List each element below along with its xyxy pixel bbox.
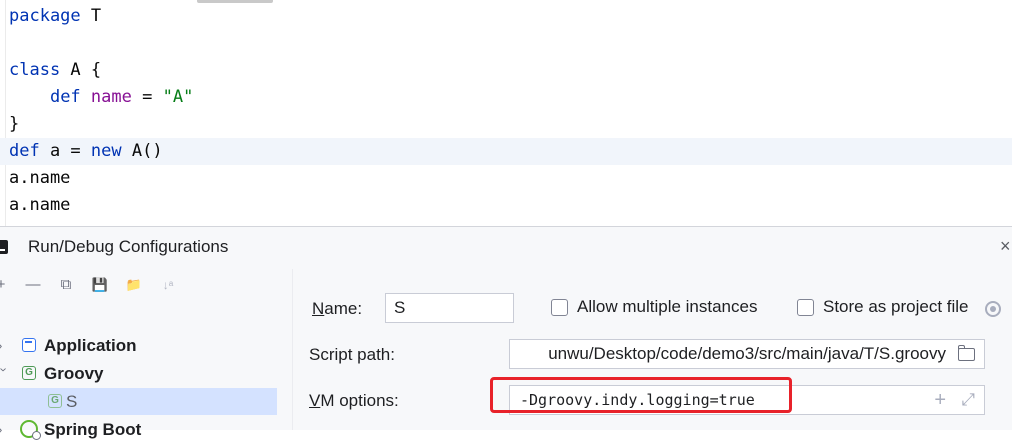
- code-text: package T: [0, 6, 101, 26]
- name-label: Name:: [312, 299, 363, 318]
- sort-icon[interactable]: ↓ᵃ: [157, 274, 179, 296]
- code-line[interactable]: [0, 30, 1012, 57]
- groovy-script-icon: G: [48, 394, 62, 408]
- code-text: def name = "A": [0, 87, 193, 107]
- store-as-project-label[interactable]: Store as project file: [823, 297, 969, 317]
- code-line[interactable]: a.name: [0, 165, 1012, 192]
- close-icon[interactable]: ×: [1000, 236, 1011, 257]
- run-debug-dialog: Run/Debug Configurations × + — ⧉ 💾 📁 ↓ᵃ …: [0, 226, 1012, 440]
- tree-item-label: Application: [44, 336, 137, 355]
- tree-item-spring-boot[interactable]: › Spring Boot: [0, 416, 278, 443]
- script-path-field[interactable]: unwu/Desktop/code/demo3/src/main/java/T/…: [509, 339, 985, 369]
- tree-item-label: Groovy: [44, 364, 104, 383]
- keyword-token: new: [90, 141, 122, 161]
- tree-item-groovy[interactable]: › G Groovy: [0, 360, 278, 387]
- tree-toolbar: + — ⧉ 💾 📁 ↓ᵃ: [0, 269, 292, 301]
- code-token: a.name: [9, 195, 71, 215]
- code-line[interactable]: def a = new A(): [0, 138, 1012, 165]
- keyword-token: def: [9, 141, 40, 161]
- add-option-icon[interactable]: +: [934, 386, 946, 414]
- gear-icon[interactable]: [985, 301, 1001, 317]
- annotation-highlight-box: [490, 377, 792, 413]
- code-token: A {: [60, 60, 102, 80]
- spring-boot-icon: [20, 420, 41, 440]
- new-folder-icon[interactable]: 📁: [123, 274, 145, 296]
- keyword-token: class: [9, 60, 61, 80]
- configuration-form: Name: S Allow multiple instances Store a…: [293, 269, 1012, 430]
- folder-icon[interactable]: [957, 345, 975, 361]
- code-text: def a = new A(): [0, 141, 163, 161]
- tree-item-application[interactable]: › Application: [0, 332, 278, 359]
- chevron-right-icon[interactable]: ›: [0, 416, 10, 443]
- dialog-title: Run/Debug Configurations: [28, 237, 229, 256]
- allow-multiple-checkbox[interactable]: [551, 299, 568, 316]
- script-path-label: Script path:: [309, 345, 395, 364]
- string-token: "A": [162, 87, 194, 107]
- allow-multiple-label[interactable]: Allow multiple instances: [577, 297, 757, 317]
- add-config-icon[interactable]: +: [0, 274, 12, 296]
- name-field[interactable]: S: [385, 293, 514, 323]
- code-text: a.name: [0, 168, 70, 188]
- code-token: }: [9, 114, 20, 134]
- script-path-value: unwu/Desktop/code/demo3/src/main/java/T/…: [548, 344, 946, 363]
- vm-options-label: VM options:: [309, 391, 399, 410]
- member-token: name: [90, 87, 132, 107]
- expand-icon[interactable]: ⤢: [961, 390, 975, 410]
- keyword-token: def: [49, 87, 81, 107]
- tree-item-label: S: [66, 392, 78, 411]
- save-config-icon[interactable]: 💾: [89, 274, 111, 296]
- tree-item-s[interactable]: G S: [0, 388, 277, 415]
- store-as-project-checkbox[interactable]: [797, 299, 814, 316]
- code-editor[interactable]: package Tclass A { def name = "A"} def a …: [0, 0, 1012, 226]
- code-token: a =: [39, 141, 91, 161]
- configurations-tree-pane: + — ⧉ 💾 📁 ↓ᵃ › Application › G Groovy G …: [0, 269, 293, 440]
- tree-item-label: Spring Boot: [44, 420, 142, 439]
- copy-config-icon[interactable]: ⧉: [55, 274, 77, 296]
- code-line[interactable]: a.name: [0, 192, 1012, 219]
- code-token: A(): [121, 141, 163, 161]
- code-line[interactable]: def name = "A": [0, 84, 1012, 111]
- code-text: class A {: [0, 60, 101, 80]
- intellij-app-icon: [0, 240, 8, 254]
- groovy-icon: G: [22, 366, 36, 380]
- remove-config-icon[interactable]: —: [22, 274, 44, 296]
- code-token: T: [80, 6, 102, 26]
- chevron-down-icon[interactable]: ›: [0, 368, 18, 380]
- code-token: a.name: [9, 168, 71, 188]
- dialog-title-bar[interactable]: Run/Debug Configurations ×: [0, 227, 1012, 269]
- code-line[interactable]: package T: [0, 3, 1012, 30]
- keyword-token: package: [9, 6, 81, 26]
- code-line[interactable]: }: [0, 111, 1012, 138]
- chevron-right-icon[interactable]: ›: [0, 332, 10, 359]
- code-text: a.name: [0, 195, 70, 215]
- code-line[interactable]: class A {: [0, 57, 1012, 84]
- code-text: }: [0, 114, 19, 134]
- code-token: =: [131, 87, 163, 107]
- application-icon: [22, 338, 36, 352]
